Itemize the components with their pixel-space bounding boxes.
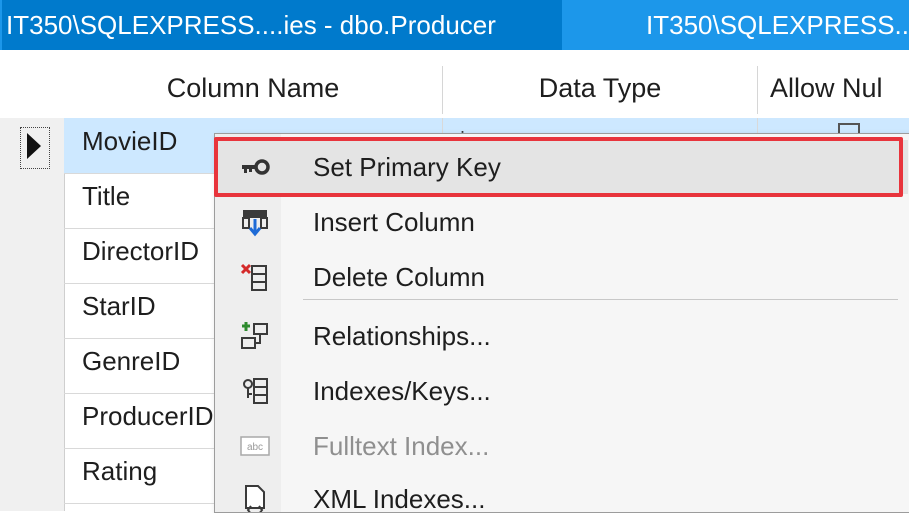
menu-item-relationships[interactable]: Relationships...	[215, 309, 908, 363]
menu-item-label: Fulltext Index...	[313, 431, 490, 461]
delete-column-icon	[239, 262, 271, 292]
menu-item-fulltext-index[interactable]: abc Fulltext Index...	[215, 419, 908, 473]
tab-producer-design[interactable]: IT350\SQLEXPRESS....ies - dbo.Producer	[2, 0, 562, 50]
svg-text:abc: abc	[247, 442, 263, 453]
row-selector-column[interactable]	[0, 118, 65, 511]
menu-separator	[303, 299, 898, 300]
column-name-header[interactable]: Column Name	[64, 58, 442, 118]
menu-item-delete-column[interactable]: Delete Column	[215, 250, 908, 304]
menu-item-label: Relationships...	[313, 321, 491, 351]
menu-item-label: Indexes/Keys...	[313, 376, 491, 406]
menu-item-xml-indexes[interactable]: XML Indexes...	[215, 472, 908, 513]
column-name-cell[interactable]: Rating	[82, 448, 157, 503]
menu-item-label: Delete Column	[313, 262, 485, 292]
insert-column-icon	[239, 207, 271, 237]
grid-header: Column Name Data Type Allow Nul	[0, 58, 909, 119]
allow-nulls-header[interactable]: Allow Nul	[770, 58, 909, 118]
menu-item-indexes-keys[interactable]: Indexes/Keys...	[215, 364, 908, 418]
column-name-cell[interactable]: StarID	[82, 283, 156, 338]
menu-item-insert-column[interactable]: Insert Column	[215, 195, 908, 249]
column-name-cell[interactable]: Title	[82, 173, 130, 228]
highlight-callout	[214, 137, 903, 197]
xml-indexes-icon	[239, 484, 271, 512]
current-row-arrow-icon	[27, 133, 41, 159]
document-tab-bar: IT350\SQLEXPRESS....ies - dbo.Producer I…	[0, 0, 909, 50]
indexes-keys-icon	[239, 376, 271, 406]
column-name-cell[interactable]: DirectorID	[82, 228, 199, 283]
data-type-header[interactable]: Data Type	[443, 58, 757, 118]
fulltext-index-icon: abc	[239, 431, 271, 461]
menu-item-label: Insert Column	[313, 207, 475, 237]
header-divider	[757, 66, 758, 114]
column-name-cell[interactable]: MovieID	[82, 118, 177, 173]
column-name-cell[interactable]: GenreID	[82, 338, 180, 393]
tab-second-document[interactable]: IT350\SQLEXPRESS...	[646, 0, 909, 50]
column-name-cell[interactable]: ProducerID	[82, 393, 214, 448]
relationships-icon	[239, 321, 271, 351]
menu-item-label: XML Indexes...	[313, 484, 486, 513]
